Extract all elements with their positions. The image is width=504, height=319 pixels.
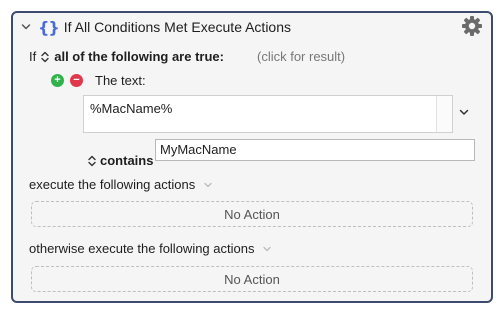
up-down-chevron-icon[interactable] [40, 50, 50, 64]
minus-circle-icon[interactable]: − [70, 74, 83, 87]
execute-actions-dropzone[interactable]: No Action [31, 201, 473, 227]
if-label: If [29, 49, 37, 64]
action-title[interactable]: If All Conditions Met Execute Actions [64, 19, 291, 35]
condition-type-label: The text: [95, 73, 146, 88]
chevron-down-icon[interactable] [203, 180, 213, 190]
chevron-down-icon[interactable] [458, 106, 470, 118]
otherwise-actions-dropzone[interactable]: No Action [31, 266, 473, 292]
execute-section-header: execute the following actions [29, 177, 213, 192]
match-value-field[interactable]: MyMacName [155, 139, 475, 161]
execute-label: execute the following actions [29, 177, 196, 192]
operator-select[interactable]: contains [87, 153, 153, 168]
plus-circle-icon[interactable]: + [51, 74, 64, 87]
if-row: If all of the following are true: [29, 49, 224, 64]
gear-icon[interactable] [461, 15, 483, 37]
text-field-scrollbar[interactable] [436, 96, 452, 132]
text-field[interactable]: %MacName% [83, 95, 453, 133]
result-hint-link[interactable]: (click for result) [257, 49, 345, 64]
action-panel: {} If All Conditions Met Execute Actions… [11, 11, 493, 303]
no-action-label: No Action [224, 271, 280, 287]
condition-mode-select[interactable]: all of the following are true: [54, 49, 224, 64]
condition-row: + − The text: [51, 73, 146, 88]
collapse-disclosure-icon[interactable] [19, 20, 33, 34]
text-field-value[interactable]: %MacName% [90, 101, 172, 116]
curly-braces-icon: {} [38, 17, 60, 37]
chevron-down-icon[interactable] [262, 244, 272, 254]
operator-label: contains [100, 153, 154, 168]
no-action-label: No Action [224, 206, 280, 222]
action-header: {} If All Conditions Met Execute Actions [19, 17, 291, 37]
otherwise-label: otherwise execute the following actions [29, 241, 255, 256]
otherwise-section-header: otherwise execute the following actions [29, 241, 272, 256]
up-down-chevron-icon [88, 155, 96, 166]
